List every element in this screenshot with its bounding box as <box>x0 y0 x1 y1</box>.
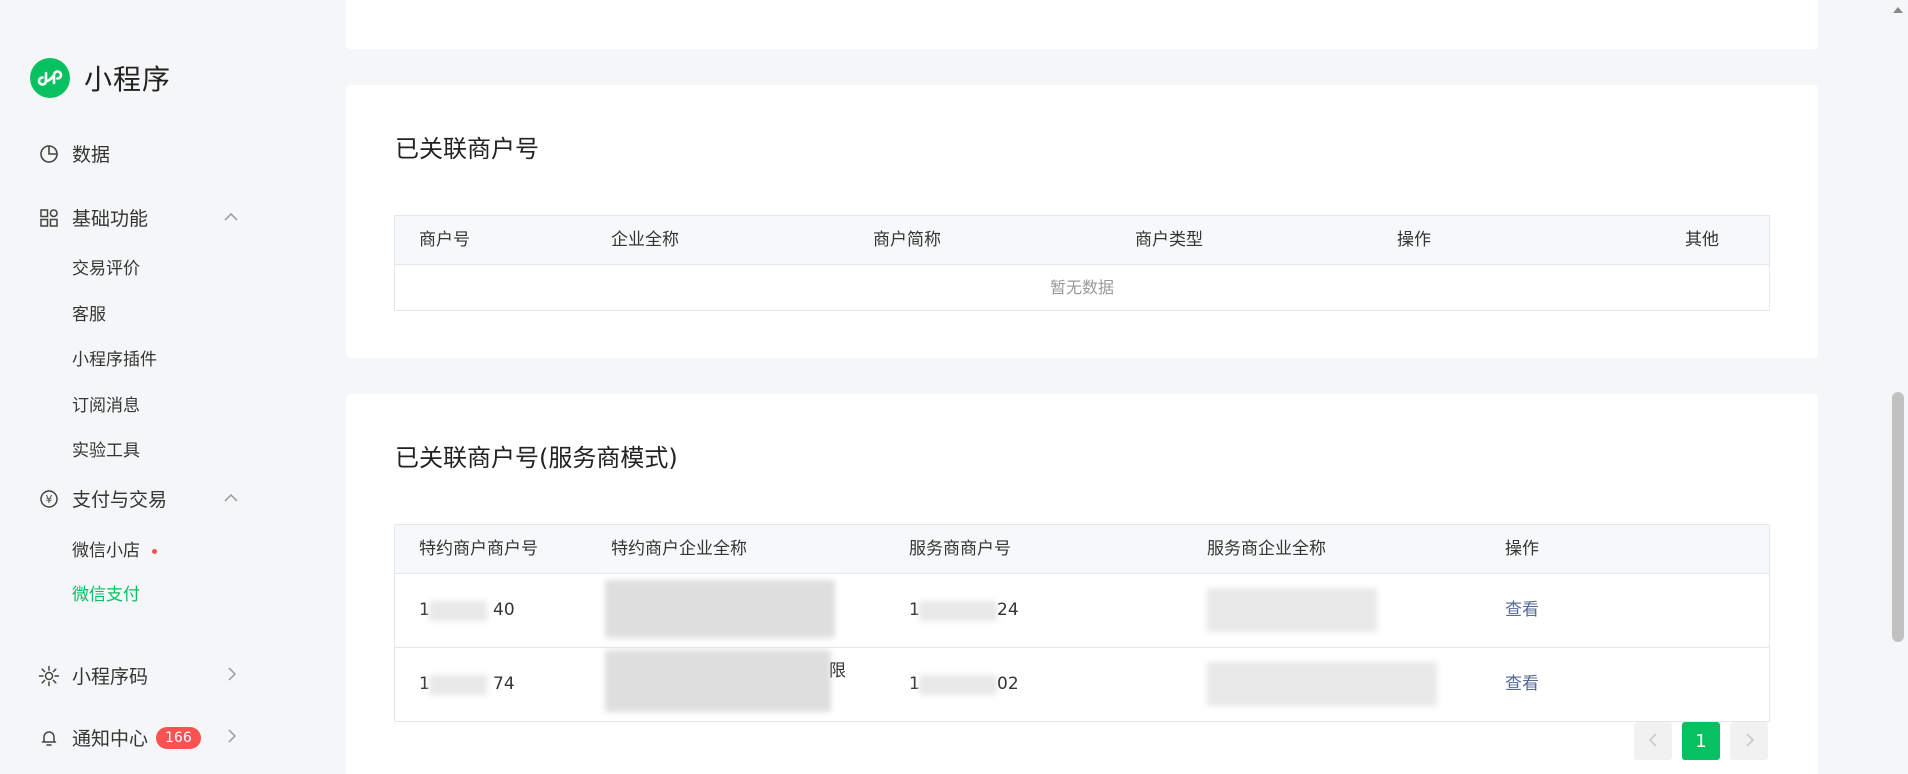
prev-page-button[interactable] <box>1634 722 1672 760</box>
redacted-area <box>605 650 831 712</box>
view-link[interactable]: 查看 <box>1505 574 1539 647</box>
page-number-current[interactable]: 1 <box>1682 722 1720 760</box>
redacted-area <box>605 580 835 638</box>
col-sub-merchant-name: 特约商户企业全称 <box>611 539 747 559</box>
redacted-area <box>429 601 487 621</box>
pie-chart-icon <box>38 143 60 165</box>
col-merchant-type: 商户类型 <box>1135 230 1203 250</box>
bell-icon <box>38 727 60 749</box>
unread-dot <box>152 548 157 554</box>
brand[interactable]: 小程序 <box>30 58 171 98</box>
col-sp-merchant-id: 服务商商户号 <box>909 539 1011 559</box>
table-header: 商户号 企业全称 商户简称 商户类型 操作 其他 <box>395 216 1769 264</box>
sidebar-item-trade-review[interactable]: 交易评价 <box>72 254 140 279</box>
nav-item-data[interactable]: 数据 <box>38 140 110 167</box>
sidebar-item-customer-service[interactable]: 客服 <box>72 300 106 325</box>
nav-label-data: 数据 <box>72 144 111 166</box>
svg-text:¥: ¥ <box>46 493 53 506</box>
redacted-area <box>429 675 487 695</box>
grid-icon <box>38 207 60 229</box>
col-sp-merchant-name: 服务商企业全称 <box>1207 539 1326 559</box>
empty-placeholder: 暂无数据 <box>395 264 1769 310</box>
redacted-area <box>919 675 997 695</box>
nav-label-pay: 支付与交易 <box>72 489 168 511</box>
section-title: 已关联商户号(服务商模式) <box>395 444 678 472</box>
redacted-area <box>1207 662 1437 706</box>
notify-count-badge: 166 <box>156 726 201 749</box>
chevron-up-icon[interactable] <box>222 207 240 225</box>
chevron-right-icon[interactable] <box>222 727 240 745</box>
scroll-up-arrow-icon[interactable] <box>1892 4 1904 16</box>
sidebar-item-wechat-shop[interactable]: 微信小店 <box>72 536 157 561</box>
sidebar-item-plugins[interactable]: 小程序插件 <box>72 345 157 370</box>
linked-merchants-table: 商户号 企业全称 商户简称 商户类型 操作 其他 暂无数据 <box>394 215 1770 311</box>
nav-item-notify[interactable]: 通知中心 166 <box>38 724 201 751</box>
page-scrollbar[interactable] <box>1888 0 1908 759</box>
table-row: 1 40 1 24 查看 <box>395 573 1769 647</box>
yuan-icon: ¥ <box>38 488 60 510</box>
col-company-name: 企业全称 <box>611 230 679 250</box>
sub-merchant-id-end: 74 <box>493 674 515 694</box>
col-sub-merchant-id: 特约商户商户号 <box>419 539 538 559</box>
chevron-left-icon <box>1648 731 1658 752</box>
miniprogram-logo-icon <box>30 58 70 98</box>
nav-item-qrcode[interactable]: 小程序码 <box>38 662 148 689</box>
sidebar-item-lab-tools[interactable]: 实验工具 <box>72 436 140 461</box>
col-other: 其他 <box>1685 230 1719 250</box>
qrcode-sun-icon <box>38 665 60 687</box>
section-title: 已关联商户号 <box>395 135 539 163</box>
sp-merchant-id-end: 24 <box>997 600 1019 620</box>
sub-merchant-name-tail: 限 <box>829 661 846 681</box>
sub-merchant-id-end: 40 <box>493 600 515 620</box>
col-merchant-id: 商户号 <box>419 230 470 250</box>
nav-label-notify: 通知中心 <box>72 728 149 750</box>
table-row: 1 74 限 1 02 查看 <box>395 647 1769 721</box>
col-action: 操作 <box>1505 539 1539 559</box>
sidebar: 小程序 数据 基础功能 交易评价 客服 小程序插件 订阅消息 实验工具 ¥ 支付… <box>0 0 300 759</box>
nav-item-basic[interactable]: 基础功能 <box>38 204 148 231</box>
chevron-right-icon <box>1745 731 1754 752</box>
sidebar-item-label: 微信小店 <box>72 541 140 561</box>
view-link[interactable]: 查看 <box>1505 648 1539 721</box>
nav-label-basic: 基础功能 <box>72 208 149 230</box>
col-short-name: 商户简称 <box>873 230 941 250</box>
next-page-button[interactable] <box>1730 722 1768 760</box>
linked-merchants-card: 已关联商户号 商户号 企业全称 商户简称 商户类型 操作 其他 暂无数据 <box>346 85 1818 358</box>
redacted-area <box>919 601 997 621</box>
redacted-area <box>1207 588 1377 632</box>
chevron-up-icon[interactable] <box>222 488 240 506</box>
sp-merchant-id-end: 02 <box>997 674 1019 694</box>
chevron-right-icon[interactable] <box>222 665 240 683</box>
nav-item-pay[interactable]: ¥ 支付与交易 <box>38 485 167 512</box>
sidebar-item-subscribe-messages[interactable]: 订阅消息 <box>72 391 140 416</box>
nav-label-qrcode: 小程序码 <box>72 666 149 688</box>
service-merchants-card: 已关联商户号(服务商模式) 特约商户商户号 特约商户企业全称 服务商商户号 服务… <box>346 394 1818 774</box>
col-action: 操作 <box>1397 230 1431 250</box>
table-header: 特约商户商户号 特约商户企业全称 服务商商户号 服务商企业全称 操作 <box>395 525 1769 573</box>
scroll-thumb[interactable] <box>1892 392 1904 642</box>
pagination: 1 <box>1624 722 1768 760</box>
brand-name: 小程序 <box>84 63 172 96</box>
previous-section-card <box>346 0 1818 49</box>
service-merchants-table: 特约商户商户号 特约商户企业全称 服务商商户号 服务商企业全称 操作 1 40 … <box>394 524 1770 722</box>
sidebar-item-wechat-pay[interactable]: 微信支付 <box>72 580 140 605</box>
